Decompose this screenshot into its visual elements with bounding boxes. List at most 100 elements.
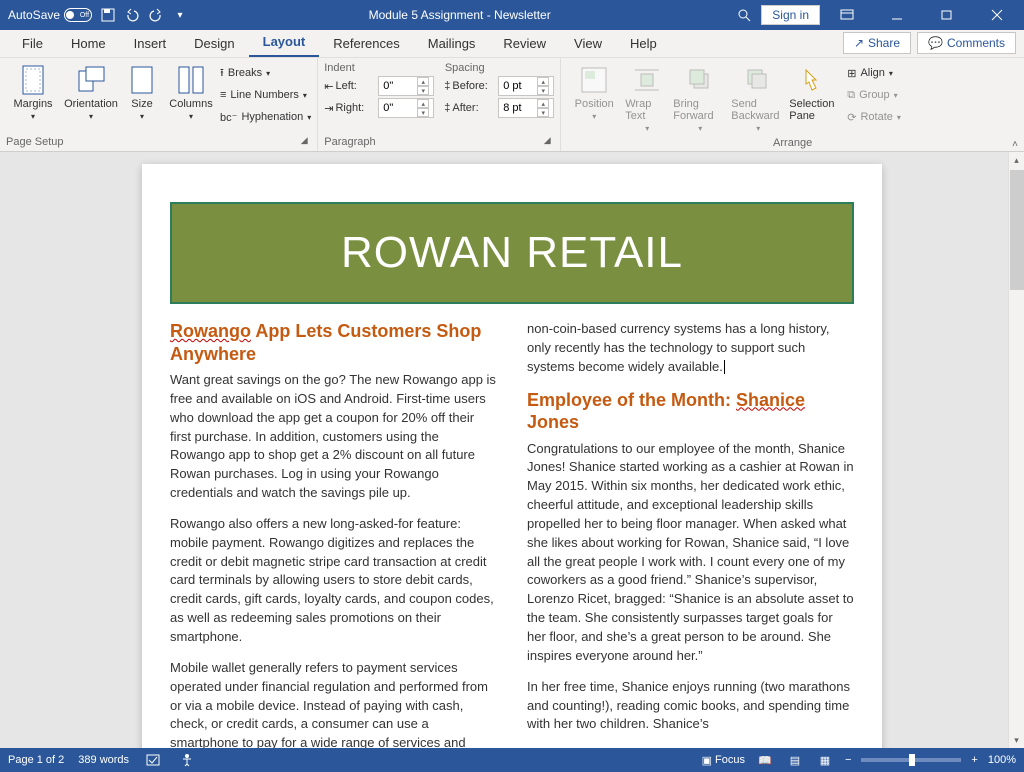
paragraph: Want great savings on the go? The new Ro… (170, 371, 497, 503)
page-setup-launcher-icon[interactable]: ◢ (297, 135, 311, 149)
bring-forward-button[interactable]: Bring Forward▾ (673, 62, 727, 133)
selection-pane-icon (800, 64, 832, 96)
banner-title[interactable]: ROWAN RETAIL (170, 202, 854, 304)
align-icon: ⊞ (847, 67, 856, 80)
tab-mailings[interactable]: Mailings (414, 30, 490, 57)
document-title: Module 5 Assignment - Newsletter (188, 8, 731, 22)
accessibility-icon[interactable] (177, 750, 197, 770)
line-numbers-icon: ≡ (220, 89, 226, 101)
columns-button[interactable]: Columns▾ (166, 62, 216, 121)
margins-icon (17, 64, 49, 96)
zoom-out-button[interactable]: − (845, 754, 851, 766)
undo-icon[interactable] (124, 7, 140, 23)
indent-right-icon: ⇥ (324, 102, 333, 115)
maximize-icon[interactable] (924, 0, 970, 30)
margins-button[interactable]: Margins▾ (6, 62, 60, 121)
tab-review[interactable]: Review (489, 30, 560, 57)
word-count[interactable]: 389 words (78, 754, 129, 766)
share-button[interactable]: ↗Share (843, 32, 911, 54)
zoom-slider[interactable] (861, 758, 961, 762)
breaks-button[interactable]: ⭱Breaks ▾ (220, 62, 311, 84)
breaks-icon: ⭱ (220, 64, 224, 83)
indent-left-icon: ⇤ (324, 80, 333, 93)
zoom-in-button[interactable]: + (971, 754, 977, 766)
rotate-button[interactable]: ⟳Rotate ▾ (847, 106, 901, 128)
search-icon[interactable] (731, 2, 757, 28)
hyphenation-icon: bc⁻ (220, 111, 237, 124)
autosave-switch-icon: Off (64, 8, 92, 22)
tab-file[interactable]: File (8, 30, 57, 57)
ribbon-tabs: File Home Insert Design Layout Reference… (0, 30, 1024, 58)
autosave-label: AutoSave (8, 8, 60, 22)
paragraph-label: Paragraph (324, 136, 375, 148)
spacing-before-icon: ‡ (444, 80, 450, 92)
tab-references[interactable]: References (319, 30, 413, 57)
sign-in-button[interactable]: Sign in (761, 5, 820, 25)
print-layout-icon[interactable]: ▤ (785, 750, 805, 770)
vertical-scrollbar[interactable]: ▴ ▾ (1008, 152, 1024, 748)
tab-layout[interactable]: Layout (249, 28, 320, 57)
rotate-icon: ⟳ (847, 111, 856, 124)
align-button[interactable]: ⊞Align ▾ (847, 62, 901, 84)
scroll-up-icon[interactable]: ▴ (1009, 152, 1024, 168)
columns-icon (175, 64, 207, 96)
share-icon: ↗ (854, 36, 864, 50)
scroll-down-icon[interactable]: ▾ (1009, 732, 1024, 748)
position-button[interactable]: Position▾ (567, 62, 621, 121)
scroll-thumb[interactable] (1010, 170, 1024, 290)
headline-2: Employee of the Month: Shanice Jones (527, 389, 854, 434)
spacing-heading: Spacing (445, 62, 485, 74)
zoom-level[interactable]: 100% (988, 754, 1016, 766)
tab-view[interactable]: View (560, 30, 616, 57)
ribbon-display-icon[interactable] (824, 0, 870, 30)
hyphenation-button[interactable]: bc⁻Hyphenation ▾ (220, 106, 311, 128)
comments-button[interactable]: 💬Comments (917, 32, 1016, 54)
wrap-text-button[interactable]: Wrap Text▾ (625, 62, 669, 133)
redo-icon[interactable] (148, 7, 164, 23)
tab-home[interactable]: Home (57, 30, 120, 57)
spacing-before-input[interactable]: 0 pt▴▾ (498, 76, 554, 96)
group-paragraph: Indent Spacing ⇤Left: 0"▴▾ ‡Before: 0 pt… (318, 58, 561, 151)
bring-forward-icon (684, 64, 716, 96)
size-icon (126, 64, 158, 96)
qat-customize-icon[interactable]: ▾ (172, 7, 188, 23)
group-button[interactable]: ⧉Group ▾ (847, 84, 901, 106)
read-mode-icon[interactable]: 📖 (755, 750, 775, 770)
orientation-button[interactable]: Orientation▾ (64, 62, 118, 121)
tab-help[interactable]: Help (616, 30, 671, 57)
selection-pane-button[interactable]: Selection Pane (789, 62, 843, 122)
save-icon[interactable] (100, 7, 116, 23)
paragraph: In her free time, Shanice enjoys running… (527, 678, 854, 735)
spacing-after-label: ‡After: (444, 102, 488, 114)
tab-design[interactable]: Design (180, 30, 248, 57)
group-page-setup: Margins▾ Orientation▾ Size▾ Columns▾ ⭱Br… (0, 58, 318, 151)
headline-1: Rowango App Lets Customers Shop Anywhere (170, 320, 497, 365)
document-area[interactable]: ROWAN RETAIL Rowango App Lets Customers … (0, 152, 1024, 748)
indent-left-input[interactable]: 0"▴▾ (378, 76, 434, 96)
line-numbers-button[interactable]: ≡Line Numbers ▾ (220, 84, 311, 106)
page-indicator[interactable]: Page 1 of 2 (8, 754, 64, 766)
paragraph: Rowango also offers a new long-asked-for… (170, 515, 497, 647)
focus-mode-button[interactable]: ▣Focus (702, 754, 745, 767)
indent-right-input[interactable]: 0"▴▾ (378, 98, 434, 118)
focus-icon: ▣ (702, 754, 712, 767)
autosave-toggle[interactable]: AutoSave Off (8, 8, 92, 22)
minimize-icon[interactable] (874, 0, 920, 30)
paragraph-launcher-icon[interactable]: ◢ (540, 135, 554, 149)
size-button[interactable]: Size▾ (122, 62, 162, 121)
group-icon: ⧉ (847, 89, 855, 102)
collapse-ribbon-icon[interactable]: ˄ (1012, 139, 1018, 150)
spacing-after-input[interactable]: 8 pt▴▾ (498, 98, 554, 118)
orientation-icon (75, 64, 107, 96)
close-icon[interactable] (974, 0, 1020, 30)
position-icon (578, 64, 610, 96)
document-body[interactable]: Rowango App Lets Customers Shop Anywhere… (170, 320, 854, 748)
status-bar: Page 1 of 2 389 words ▣Focus 📖 ▤ ▦ − + 1… (0, 748, 1024, 772)
spelling-icon[interactable] (143, 750, 163, 770)
ribbon: Margins▾ Orientation▾ Size▾ Columns▾ ⭱Br… (0, 58, 1024, 152)
send-backward-button[interactable]: Send Backward▾ (731, 62, 785, 133)
web-layout-icon[interactable]: ▦ (815, 750, 835, 770)
tab-insert[interactable]: Insert (120, 30, 181, 57)
indent-right-label: ⇥Right: (324, 102, 368, 115)
spacing-after-icon: ‡ (444, 102, 450, 114)
